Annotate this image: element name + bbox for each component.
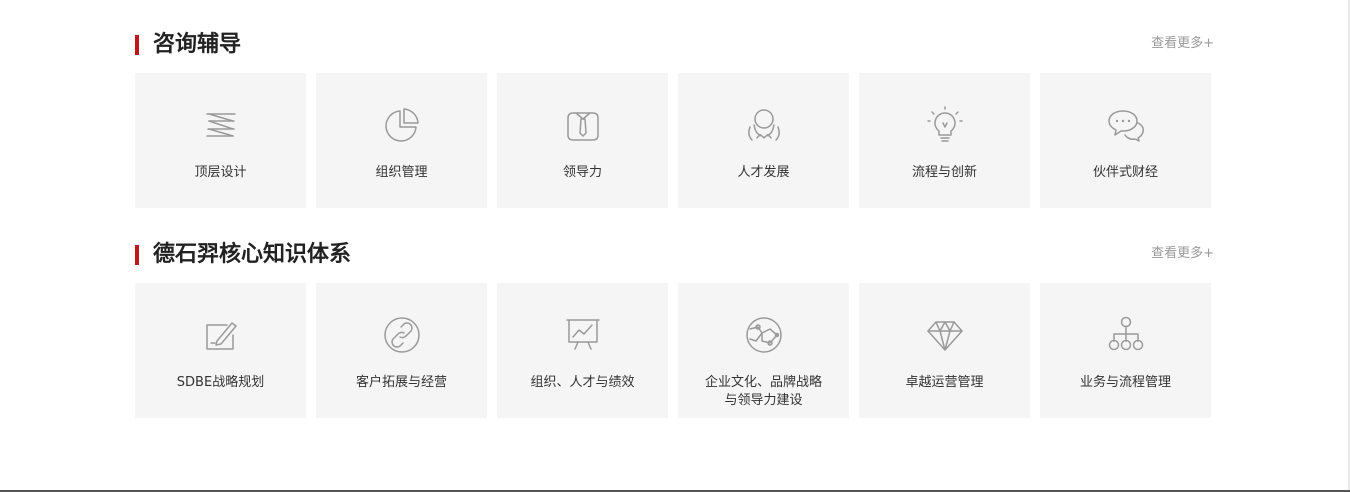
card-label: SDBE战略规划 (176, 375, 265, 390)
card-top-level-design[interactable]: 顶层设计 (135, 73, 306, 208)
section-header: 德石羿核心知识体系 查看更多+ (135, 240, 1214, 270)
link-icon (382, 315, 422, 355)
card-org-talent-performance[interactable]: 组织、人才与绩效 (497, 283, 668, 418)
section-title: 咨询辅导 (153, 32, 242, 57)
card-label: 客户拓展与经营 (355, 375, 447, 390)
card-customer-expansion[interactable]: 客户拓展与经营 (316, 283, 487, 418)
chat-bubbles-icon (1106, 105, 1146, 145)
card-process-innovation[interactable]: 流程与创新 (859, 73, 1030, 208)
card-grid: SDBE战略规划 客户拓展与经营 组织、人才与绩效 企业文化、品牌战略 与领导力… (135, 283, 1211, 418)
presentation-board-icon (563, 315, 603, 355)
card-label: 顶层设计 (194, 165, 247, 180)
title-accent-bar (135, 35, 139, 55)
card-org-management[interactable]: 组织管理 (316, 73, 487, 208)
lightbulb-icon (925, 105, 965, 145)
card-label: 业务与流程管理 (1079, 375, 1171, 390)
card-operational-excellence[interactable]: 卓越运营管理 (859, 283, 1030, 418)
section-header: 咨询辅导 查看更多+ (135, 30, 1214, 60)
card-label: 伙伴式财经 (1092, 165, 1158, 180)
card-talent-development[interactable]: 人才发展 (678, 73, 849, 208)
card-label: 企业文化、品牌战略 与领导力建设 (678, 374, 849, 410)
card-label: 组织、人才与绩效 (530, 375, 635, 390)
card-partner-finance[interactable]: 伙伴式财经 (1040, 73, 1211, 208)
view-more-link[interactable]: 查看更多+ (1151, 36, 1214, 52)
card-label: 流程与创新 (911, 165, 977, 180)
card-label: 卓越运营管理 (905, 375, 984, 390)
section-consulting: 咨询辅导 查看更多+ 顶层设计 组织管理 领导力 人才发展 流程与创新 伙伴式财… (135, 30, 1214, 208)
card-grid: 顶层设计 组织管理 领导力 人才发展 流程与创新 伙伴式财经 (135, 73, 1211, 208)
card-culture-brand-leadership[interactable]: 企业文化、品牌战略 与领导力建设 (678, 283, 849, 418)
diamond-icon (925, 315, 965, 355)
card-label: 组织管理 (375, 165, 428, 180)
card-label: 人才发展 (737, 165, 790, 180)
card-label-line1: 企业文化、品牌战略 (704, 375, 822, 390)
card-label: 领导力 (562, 165, 602, 180)
card-leadership[interactable]: 领导力 (497, 73, 668, 208)
section-title: 德石羿核心知识体系 (153, 242, 352, 267)
hierarchy-icon (1106, 315, 1146, 355)
view-more-link[interactable]: 查看更多+ (1151, 246, 1214, 262)
tie-icon (563, 105, 603, 145)
edit-pen-icon (201, 315, 241, 355)
section-knowledge-system: 德石羿核心知识体系 查看更多+ SDBE战略规划 客户拓展与经营 组织、人才与绩… (135, 240, 1214, 418)
title-accent-bar (135, 245, 139, 265)
card-label-line2: 与领导力建设 (724, 393, 803, 408)
pie-chart-icon (382, 105, 422, 145)
layers-icon (201, 105, 241, 145)
card-sdbe-strategy[interactable]: SDBE战略规划 (135, 283, 306, 418)
card-business-process[interactable]: 业务与流程管理 (1040, 283, 1211, 418)
team-hands-icon (744, 105, 784, 145)
globe-network-icon (744, 315, 784, 355)
